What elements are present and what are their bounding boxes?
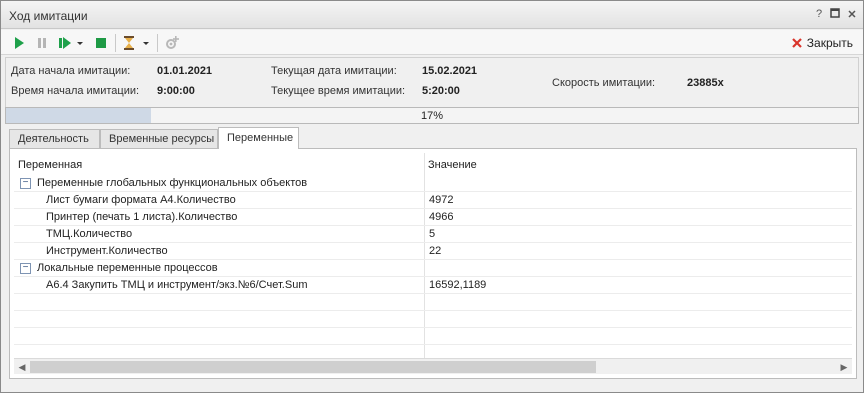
horizontal-scrollbar[interactable]: ◀ ▶: [14, 358, 852, 374]
toolbar: Закрыть: [1, 30, 863, 55]
start-time-label: Время начала имитации:: [11, 85, 140, 97]
title-bar: Ход имитации ? ✕: [1, 1, 863, 29]
table-row[interactable]: А6.4 Закупить ТМЦ и инструмент/экз.№6/Сч…: [14, 277, 852, 294]
column-header-value[interactable]: Значение: [424, 153, 852, 175]
variable-name: ТМЦ.Количество: [46, 228, 133, 240]
help-icon[interactable]: ?: [813, 8, 825, 20]
speed-value: 23885x: [687, 77, 724, 89]
speed-label: Скорость имитации:: [552, 77, 656, 89]
window-title: Ход имитации: [9, 9, 88, 23]
group-name: Переменные глобальных функциональных объ…: [37, 177, 308, 189]
variable-name: Лист бумаги формата А4.Количество: [46, 194, 236, 206]
empty-row: [14, 328, 852, 345]
start-date-label: Дата начала имитации:: [11, 65, 131, 77]
collapse-icon[interactable]: −: [20, 178, 31, 189]
stop-icon[interactable]: [93, 35, 109, 51]
variable-name: А6.4 Закупить ТМЦ и инструмент/экз.№6/Сч…: [46, 279, 308, 291]
scroll-left-icon[interactable]: ◀: [16, 361, 28, 373]
group-row[interactable]: − Локальные переменные процессов: [14, 260, 852, 277]
variable-name: Принтер (печать 1 листа).Количество: [46, 211, 238, 223]
close-window-icon[interactable]: ✕: [846, 8, 858, 21]
play-icon[interactable]: [11, 35, 27, 51]
current-time-value: 5:20:00: [422, 85, 460, 97]
maximize-icon[interactable]: [829, 8, 841, 21]
table-row[interactable]: Лист бумаги формата А4.Количество 4972: [14, 192, 852, 209]
variables-grid-panel: Переменная Значение − Переменные глобаль…: [9, 148, 857, 379]
current-time-label: Текущее время имитации:: [271, 85, 406, 97]
scrollbar-thumb[interactable]: [30, 361, 596, 373]
dropdown-arrow-icon[interactable]: [75, 35, 85, 51]
variable-name: Инструмент.Количество: [46, 245, 168, 257]
table-row[interactable]: Принтер (печать 1 листа).Количество 4966: [14, 209, 852, 226]
group-name: Локальные переменные процессов: [37, 262, 218, 274]
simulation-info-panel: Дата начала имитации: 01.01.2021 Время н…: [5, 57, 859, 107]
progress-text: 17%: [420, 110, 444, 122]
empty-row: [14, 311, 852, 328]
table-row[interactable]: Инструмент.Количество 22: [14, 243, 852, 260]
variable-value: 22: [429, 245, 442, 257]
pause-icon[interactable]: [34, 35, 50, 51]
variable-value: 4972: [429, 194, 454, 206]
tab-time-resources[interactable]: Временные ресурсы: [100, 129, 218, 148]
variable-value: 4966: [429, 211, 454, 223]
step-icon[interactable]: [57, 35, 73, 51]
group-row[interactable]: − Переменные глобальных функциональных о…: [14, 175, 852, 192]
scroll-right-icon[interactable]: ▶: [838, 361, 850, 373]
current-date-label: Текущая дата имитации:: [271, 65, 397, 77]
simulation-progress-window: Ход имитации ? ✕ Закрыть Дата начала ими…: [0, 0, 864, 393]
tab-activity[interactable]: Деятельность: [9, 129, 100, 148]
toolbar-separator: [157, 34, 158, 52]
start-time-value: 9:00:00: [157, 85, 195, 97]
close-button[interactable]: Закрыть: [791, 35, 853, 51]
empty-row: [14, 294, 852, 311]
column-header-variable[interactable]: Переменная: [14, 153, 424, 175]
variable-value: 16592,1189: [429, 279, 487, 291]
dropdown-arrow-icon[interactable]: [141, 35, 151, 51]
close-x-icon: [792, 38, 802, 48]
close-button-label: Закрыть: [806, 36, 853, 50]
current-date-value: 15.02.2021: [422, 65, 478, 77]
collapse-icon[interactable]: −: [20, 263, 31, 274]
tab-variables[interactable]: Переменные: [218, 127, 299, 149]
simulation-progress-bar: 17%: [5, 107, 859, 124]
start-date-value: 01.01.2021: [157, 65, 213, 77]
toolbar-separator: [115, 34, 116, 52]
gear-add-icon[interactable]: [164, 35, 180, 51]
hourglass-icon[interactable]: [121, 35, 137, 51]
variable-value: 5: [429, 228, 436, 240]
table-row[interactable]: ТМЦ.Количество 5: [14, 226, 852, 243]
